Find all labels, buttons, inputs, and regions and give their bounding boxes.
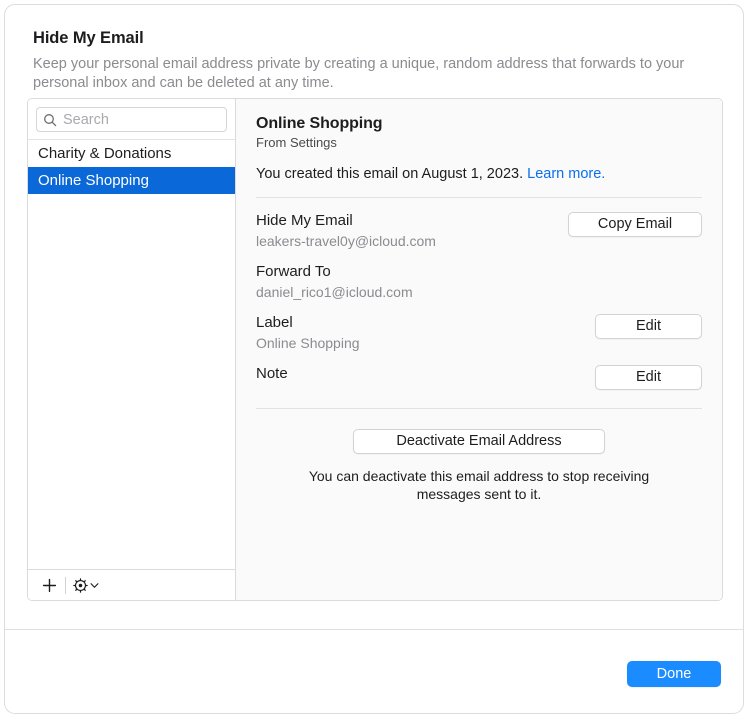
page-title: Hide My Email xyxy=(33,29,717,48)
field-label: Label xyxy=(256,314,360,331)
field-label: Note xyxy=(256,365,288,382)
field-value: daniel_rico1@icloud.com xyxy=(256,284,413,300)
add-button[interactable] xyxy=(36,573,62,597)
done-button[interactable]: Done xyxy=(627,661,721,687)
list-item-online-shopping[interactable]: Online Shopping xyxy=(28,167,235,194)
search-input[interactable] xyxy=(63,112,220,128)
list-item-charity-donations[interactable]: Charity & Donations xyxy=(28,140,235,167)
field-hide-my-email: Hide My Email leakers-travel0y@icloud.co… xyxy=(256,212,702,249)
search-container xyxy=(28,99,235,140)
page-subtitle: Keep your personal email address private… xyxy=(33,55,717,93)
field-label: Forward To xyxy=(256,263,413,280)
footer-divider xyxy=(5,629,744,630)
field-label: Hide My Email xyxy=(256,212,436,229)
divider-top xyxy=(256,197,702,198)
search-icon xyxy=(43,113,57,127)
created-text: You created this email on August 1, 2023… xyxy=(256,166,523,182)
gear-icon xyxy=(73,578,88,593)
list-item-label: Charity & Donations xyxy=(38,145,171,162)
plus-icon xyxy=(42,578,57,593)
field-note-section: Note Edit xyxy=(256,365,702,390)
divider-bottom xyxy=(256,408,702,409)
hide-my-email-dialog: Hide My Email Keep your personal email a… xyxy=(4,4,744,714)
field-value: Online Shopping xyxy=(256,335,360,351)
created-info: You created this email on August 1, 2023… xyxy=(256,166,702,182)
learn-more-link[interactable]: Learn more. xyxy=(527,166,605,182)
content-box: Charity & Donations Online Shopping xyxy=(27,98,723,601)
email-list: Charity & Donations Online Shopping xyxy=(28,140,235,569)
search-field[interactable] xyxy=(36,107,227,132)
field-value: leakers-travel0y@icloud.com xyxy=(256,233,436,249)
chevron-down-icon xyxy=(90,581,99,590)
toolbar-divider xyxy=(65,577,66,594)
field-label-section: Label Online Shopping Edit xyxy=(256,314,702,351)
deactivate-note: You can deactivate this email address to… xyxy=(279,467,679,503)
detail-source: From Settings xyxy=(256,135,702,150)
deactivate-section: Deactivate Email Address You can deactiv… xyxy=(256,429,702,503)
edit-label-button[interactable]: Edit xyxy=(595,314,702,339)
dialog-header: Hide My Email Keep your personal email a… xyxy=(5,5,744,93)
field-forward-to: Forward To daniel_rico1@icloud.com xyxy=(256,263,702,300)
action-menu-button[interactable] xyxy=(69,573,103,597)
list-item-label: Online Shopping xyxy=(38,172,149,189)
sidebar-toolbar xyxy=(28,569,235,600)
deactivate-email-button[interactable]: Deactivate Email Address xyxy=(353,429,605,454)
edit-note-button[interactable]: Edit xyxy=(595,365,702,390)
detail-title: Online Shopping xyxy=(256,99,702,133)
sidebar: Charity & Donations Online Shopping xyxy=(28,99,236,600)
copy-email-button[interactable]: Copy Email xyxy=(568,212,702,237)
detail-panel: Online Shopping From Settings You create… xyxy=(236,99,722,600)
